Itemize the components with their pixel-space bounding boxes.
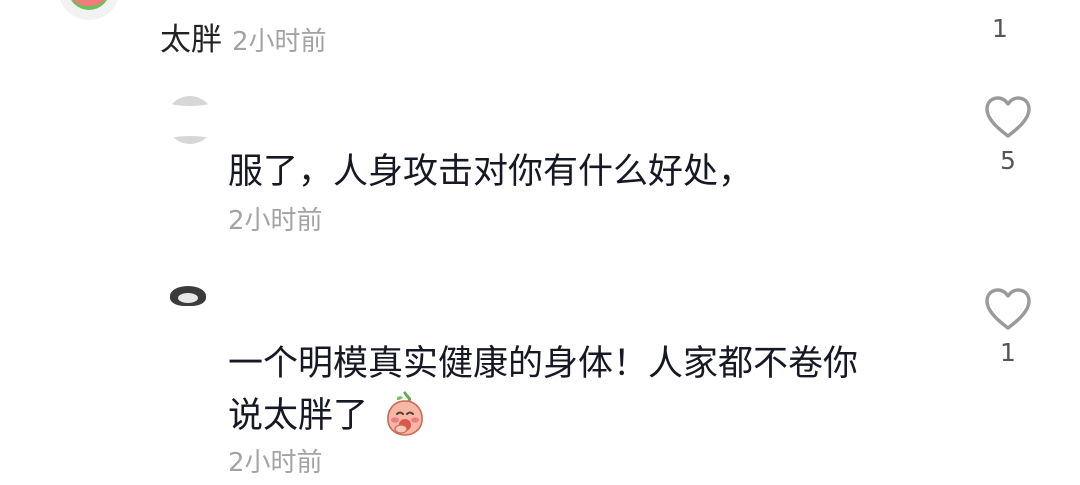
reply-line: 一个明模真实健康的身体！人家都不卷你 [228, 344, 859, 384]
like-count: 1 [1000, 338, 1016, 367]
avatar-watermelon[interactable] [58, 0, 120, 20]
reply-line-wrap: 说太胖了 [228, 389, 948, 441]
reply-line: 说太胖了 [228, 396, 369, 436]
like-count: 1 [992, 14, 1008, 43]
reply-text: 服了，人身攻击对你有什么好处， [228, 148, 948, 197]
avatar[interactable] [166, 96, 214, 144]
blushing-peach-emoji [387, 391, 424, 436]
watermelon-icon [68, 0, 110, 10]
like-button[interactable]: 1 [980, 286, 1036, 367]
comment-text: 太胖 [160, 22, 222, 58]
reply-text: 一个明模真实健康的身体！人家都不卷你 说太胖了 [228, 340, 948, 441]
avatar[interactable] [164, 284, 212, 332]
reply-time: 2小时前 [228, 448, 323, 478]
heart-outline-icon [985, 288, 1031, 330]
comment-time: 2小时前 [232, 27, 327, 57]
like-button[interactable]: 5 [980, 94, 1036, 175]
top-comment: 太胖 2小时前 [160, 14, 327, 58]
reply-time: 2小时前 [228, 206, 323, 236]
like-count: 5 [1000, 146, 1016, 175]
heart-outline-icon [985, 96, 1031, 138]
comment-thread: 太胖 2小时前 1 服了，人身攻击对你有什么好处， 2小时前 5 一个明模真实健… [0, 0, 1080, 485]
reply-line: 服了，人身攻击对你有什么好处， [228, 152, 754, 192]
